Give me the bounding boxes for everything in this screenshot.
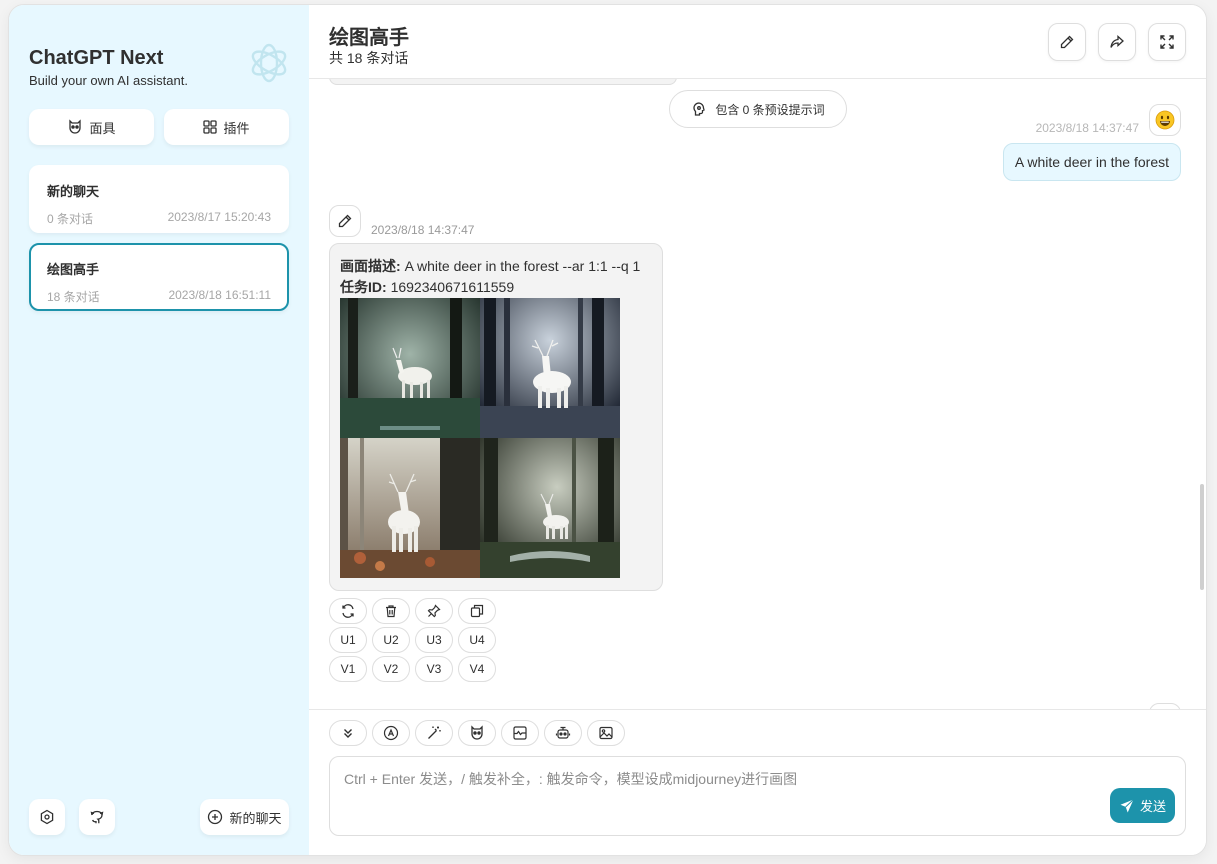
- new-chat-label: 新的聊天: [229, 810, 282, 826]
- gear-icon: [39, 809, 55, 825]
- double-chevron-down-icon: [341, 726, 355, 740]
- mask-button-label: 面具: [89, 120, 116, 136]
- auto-theme-icon: [383, 725, 399, 741]
- upscale-button-2[interactable]: U2: [372, 627, 410, 653]
- previous-message-bubble: [329, 79, 677, 85]
- fullscreen-button[interactable]: [1148, 23, 1186, 61]
- input-panel: 发送: [309, 709, 1206, 855]
- bot-message-bubble: 画面描述: A white deer in the forest --ar 1:…: [329, 243, 663, 591]
- deer-image-1[interactable]: [340, 298, 480, 438]
- fullscreen-icon: [1159, 34, 1175, 50]
- user-avatar: [1149, 104, 1181, 136]
- paper-plane-icon: [1119, 798, 1135, 814]
- retry-button[interactable]: [329, 598, 367, 624]
- refresh-icon: [340, 603, 356, 619]
- variation-button-2[interactable]: V2: [372, 656, 410, 682]
- github-button[interactable]: [79, 799, 115, 835]
- preset-label: 包含 0 条预设提示词: [715, 102, 825, 117]
- rename-button[interactable]: [1048, 23, 1086, 61]
- chat-input[interactable]: [330, 757, 1185, 835]
- share-arrow-icon: [1109, 34, 1125, 50]
- deer-image-4[interactable]: [480, 438, 620, 578]
- chat-input-box[interactable]: 发送: [329, 756, 1186, 836]
- mask-icon: [469, 725, 485, 741]
- upscale-button-1[interactable]: U1: [329, 627, 367, 653]
- chat-item-title: 新的聊天: [47, 184, 100, 199]
- deer-image-2[interactable]: [480, 298, 620, 438]
- user-message-time: 2023/8/18 14:37:47: [1035, 121, 1139, 135]
- brand-title: ChatGPT Next: [29, 47, 164, 69]
- chat-list-item-active[interactable]: 绘图高手 18 条对话 2023/8/18 16:51:11: [29, 243, 289, 311]
- description-value: A white deer in the forest --ar 1:1 --q …: [404, 258, 641, 274]
- upscale-button-3[interactable]: U3: [415, 627, 453, 653]
- pin-button[interactable]: [415, 598, 453, 624]
- share-button[interactable]: [1098, 23, 1136, 61]
- break-icon: [512, 725, 528, 741]
- settings-button[interactable]: [29, 799, 65, 835]
- delete-button[interactable]: [372, 598, 410, 624]
- brain-icon: [691, 101, 707, 117]
- upscale-button-4[interactable]: U4: [458, 627, 496, 653]
- message-list[interactable]: 包含 0 条预设提示词 2023/8/18 14:37:47 A white d…: [309, 79, 1206, 709]
- scrollbar-thumb[interactable]: [1200, 484, 1204, 590]
- magic-wand-icon: [426, 725, 442, 741]
- mask-button[interactable]: 面具: [29, 109, 154, 145]
- theme-button[interactable]: [372, 720, 410, 746]
- brand-subtitle: Build your own AI assistant.: [29, 73, 188, 88]
- app-window: ChatGPT Next Build your own AI assistant…: [8, 4, 1207, 856]
- bot-avatar: [329, 205, 361, 237]
- chat-item-count: 18 条对话: [47, 290, 100, 304]
- page-title: 绘图高手: [329, 27, 409, 49]
- image-icon: [598, 725, 614, 741]
- openai-logo-icon: [247, 41, 291, 85]
- plugin-button-label: 插件: [223, 120, 250, 136]
- plugin-grid-icon: [203, 120, 218, 134]
- variation-button-3[interactable]: V3: [415, 656, 453, 682]
- chat-count: 共 18 条对话: [329, 50, 409, 66]
- plugin-button[interactable]: 插件: [164, 109, 289, 145]
- pin-icon: [427, 604, 441, 618]
- variation-button-1[interactable]: V1: [329, 656, 367, 682]
- smiley-emoji-icon: [1155, 110, 1175, 130]
- model-button[interactable]: [544, 720, 582, 746]
- send-button[interactable]: 发送: [1110, 788, 1175, 823]
- deer-image-3[interactable]: [340, 438, 480, 578]
- chat-list-item[interactable]: 新的聊天 0 条对话 2023/8/17 15:20:43: [29, 165, 289, 233]
- new-chat-button[interactable]: 新的聊天: [200, 799, 289, 835]
- scroll-to-bottom-button[interactable]: [329, 720, 367, 746]
- sidebar: ChatGPT Next Build your own AI assistant…: [9, 5, 309, 855]
- robot-icon: [555, 725, 571, 741]
- chat-item-time: 2023/8/18 16:51:11: [168, 288, 271, 302]
- chat-item-time: 2023/8/17 15:20:43: [167, 210, 271, 224]
- copy-button[interactable]: [458, 598, 496, 624]
- mask-button-footer[interactable]: [458, 720, 496, 746]
- copy-icon: [470, 604, 484, 618]
- pencil-icon: [337, 213, 353, 229]
- github-icon: [89, 809, 105, 825]
- chat-panel: 绘图高手 共 18 条对话 包含 0 条预设提示词 2023/8/18 14:3…: [309, 5, 1206, 855]
- preset-prompt-badge[interactable]: 包含 0 条预设提示词: [669, 90, 847, 128]
- task-id-value: 1692340671611559: [390, 279, 515, 295]
- mask-icon: [67, 119, 83, 135]
- chat-item-title: 绘图高手: [47, 262, 100, 277]
- prompt-button[interactable]: [415, 720, 453, 746]
- trash-icon: [384, 604, 398, 618]
- generated-image-grid[interactable]: [340, 298, 620, 578]
- upload-image-button[interactable]: [587, 720, 625, 746]
- variation-button-4[interactable]: V4: [458, 656, 496, 682]
- pencil-icon: [1059, 34, 1075, 50]
- chat-item-count: 0 条对话: [47, 212, 94, 226]
- description-label: 画面描述:: [340, 258, 401, 274]
- task-id-label: 任务ID:: [340, 279, 387, 295]
- clear-context-button[interactable]: [501, 720, 539, 746]
- user-message-bubble: A white deer in the forest: [1002, 143, 1181, 181]
- bot-message-time: 2023/8/18 14:37:47: [371, 223, 475, 237]
- plus-circle-icon: [207, 809, 223, 825]
- chat-header: 绘图高手 共 18 条对话: [309, 5, 1206, 79]
- send-button-label: 发送: [1139, 799, 1166, 814]
